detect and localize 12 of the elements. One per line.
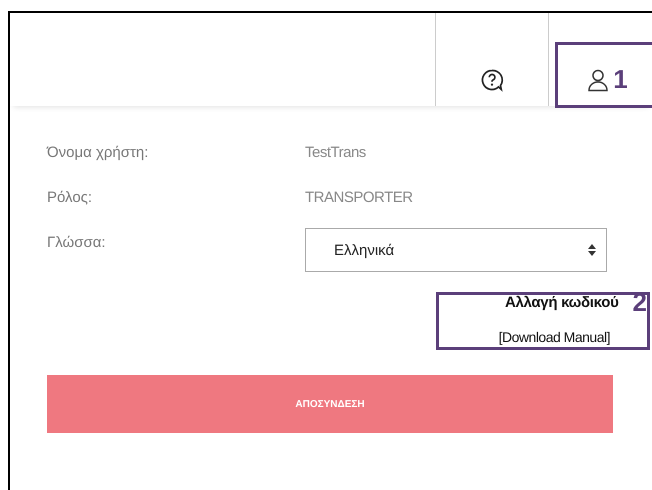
help-icon[interactable] (480, 68, 504, 92)
download-manual-link[interactable]: [Download Manual] (498, 329, 610, 345)
change-password-link[interactable]: Αλλαγή κωδικού (504, 294, 619, 310)
language-select[interactable]: Ελληνικά (305, 228, 607, 272)
sort-arrows-icon (588, 244, 596, 256)
field-label: Ρόλος: (47, 188, 94, 208)
callout-number: 1 (613, 66, 628, 92)
field-label: Γλώσσα: (47, 233, 107, 253)
user-icon[interactable] (587, 68, 610, 92)
field-value: TRANSPORTER (305, 188, 413, 208)
field-label: Όνομα χρήστη: (47, 143, 150, 163)
field-value: TestTrans (305, 143, 366, 163)
